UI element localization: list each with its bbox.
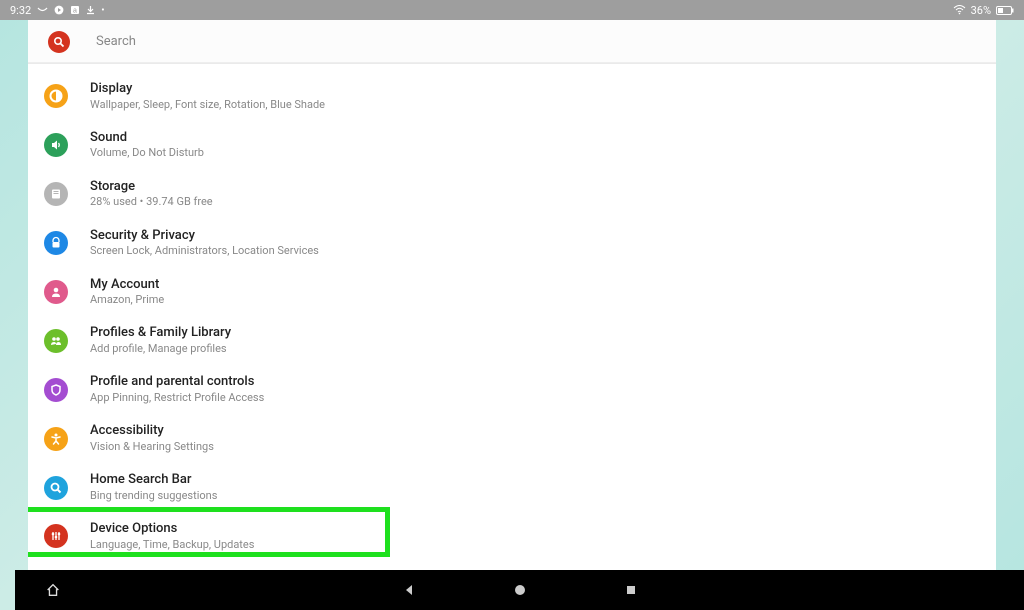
setting-item-parental[interactable]: Profile and parental controlsApp Pinning… <box>28 365 996 414</box>
setting-title: Home Search Bar <box>90 472 217 488</box>
setting-subtitle: App Pinning, Restrict Profile Access <box>90 391 264 405</box>
display-icon <box>44 84 68 108</box>
setting-title: Sound <box>90 130 204 146</box>
setting-subtitle: Language, Time, Backup, Updates <box>90 538 254 552</box>
box-a-icon: a <box>70 5 80 15</box>
setting-subtitle: Volume, Do Not Disturb <box>90 146 204 160</box>
svg-text:a: a <box>73 8 77 15</box>
setting-title: Accessibility <box>90 423 214 439</box>
setting-title: Profile and parental controls <box>90 374 264 390</box>
lock-icon <box>44 231 68 255</box>
setting-subtitle: Vision & Hearing Settings <box>90 440 214 454</box>
setting-subtitle: Bing trending suggestions <box>90 489 217 503</box>
setting-title: Device Options <box>90 521 254 537</box>
sound-icon <box>44 133 68 157</box>
search-icon <box>48 31 70 53</box>
search-icon <box>44 476 68 500</box>
settings-panel: Search DisplayWallpaper, Sleep, Font siz… <box>28 20 996 570</box>
setting-item-accessibility[interactable]: AccessibilityVision & Hearing Settings <box>28 414 996 463</box>
search-bar[interactable]: Search <box>28 20 996 64</box>
setting-title: My Account <box>90 277 164 293</box>
wifi-icon <box>953 5 966 15</box>
setting-item-storage[interactable]: Storage28% used • 39.74 GB free <box>28 170 996 219</box>
dot-icon: • <box>101 5 104 16</box>
navigation-bar <box>15 570 1024 610</box>
setting-item-profiles[interactable]: Profiles & Family LibraryAdd profile, Ma… <box>28 316 996 365</box>
amazon-smile-icon <box>37 6 48 14</box>
setting-subtitle: Wallpaper, Sleep, Font size, Rotation, B… <box>90 98 325 112</box>
nav-home-button[interactable] <box>512 582 528 598</box>
person-icon <box>44 280 68 304</box>
setting-item-sound[interactable]: SoundVolume, Do Not Disturb <box>28 121 996 170</box>
setting-item-homesearch[interactable]: Home Search BarBing trending suggestions <box>28 463 996 512</box>
battery-icon <box>996 6 1014 15</box>
download-icon <box>86 5 95 15</box>
storage-icon <box>44 182 68 206</box>
settings-list: DisplayWallpaper, Sleep, Font size, Rota… <box>28 64 996 570</box>
status-bar: 9:32 a • 36% <box>0 0 1024 20</box>
setting-item-security[interactable]: Security & PrivacyScreen Lock, Administr… <box>28 219 996 268</box>
setting-subtitle: 28% used • 39.74 GB free <box>90 195 213 209</box>
play-icon <box>54 5 64 15</box>
nav-recent-button[interactable] <box>623 582 639 598</box>
setting-item-device[interactable]: Device OptionsLanguage, Time, Backup, Up… <box>28 512 996 561</box>
setting-item-display[interactable]: DisplayWallpaper, Sleep, Font size, Rota… <box>28 72 996 121</box>
people-icon <box>44 329 68 353</box>
battery-percent: 36% <box>971 4 991 17</box>
accessibility-icon <box>44 427 68 451</box>
setting-title: Security & Privacy <box>90 228 319 244</box>
setting-title: Storage <box>90 179 213 195</box>
search-placeholder: Search <box>96 34 136 49</box>
setting-item-help[interactable]: HelpFire Tablet Help, Contact us <box>28 561 996 570</box>
nav-home-icon[interactable] <box>45 582 61 598</box>
setting-subtitle: Amazon, Prime <box>90 293 164 307</box>
setting-subtitle: Screen Lock, Administrators, Location Se… <box>90 244 319 258</box>
shield-icon <box>44 378 68 402</box>
setting-title: Profiles & Family Library <box>90 325 231 341</box>
nav-back-button[interactable] <box>401 582 417 598</box>
status-time: 9:32 <box>10 4 31 17</box>
setting-subtitle: Add profile, Manage profiles <box>90 342 231 356</box>
sliders-icon <box>44 524 68 548</box>
setting-item-account[interactable]: My AccountAmazon, Prime <box>28 268 996 317</box>
setting-title: Display <box>90 81 325 97</box>
